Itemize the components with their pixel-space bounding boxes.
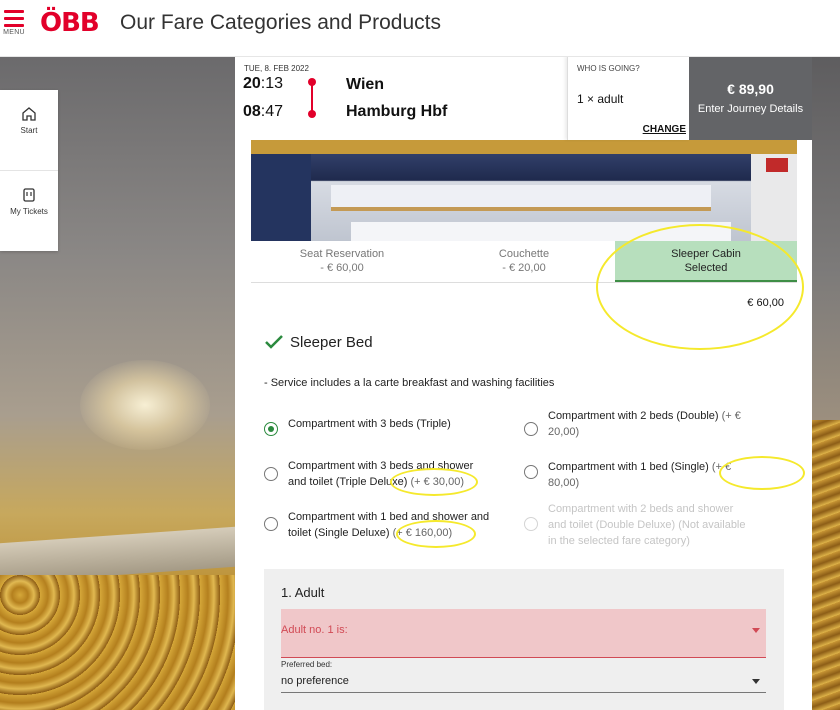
obb-logo[interactable]: ÖBB [40, 8, 100, 38]
option-single[interactable]: Compartment with 1 bed (Single) (+ € 80,… [524, 459, 754, 491]
preferred-bed-select[interactable]: no preference [281, 672, 766, 693]
passengers-value: 1 × adult [577, 92, 624, 106]
page-title: Our Fare Categories and Products [120, 11, 441, 34]
service-description: - Service includes a la carte breakfast … [264, 377, 555, 389]
option-label: Compartment with 3 beds (Triple) [288, 418, 451, 430]
change-passengers-link[interactable]: CHANGE [643, 124, 686, 135]
tab-price: - € 20,00 [502, 262, 546, 274]
tab-label: Sleeper Cabin [671, 248, 741, 260]
background-sun [80, 360, 210, 450]
journey-date: TUE, 8. FEB 2022 [244, 64, 309, 73]
option-triple[interactable]: Compartment with 3 beds (Triple) [264, 416, 494, 436]
passenger-heading: 1. Adult [281, 585, 325, 600]
nav-my-tickets[interactable]: My Tickets [0, 187, 58, 251]
journey-times: TUE, 8. FEB 2022 20:13 08:47 Wien Hambur… [235, 56, 567, 140]
option-label: Compartment with 2 beds (Double) [548, 410, 719, 422]
adult-type-select[interactable]: Adult no. 1 is: [281, 609, 766, 658]
preferred-bed-label: Preferred bed: [281, 660, 333, 669]
nav-my-tickets-label: My Tickets [10, 207, 48, 216]
preferred-bed-value: no preference [281, 675, 349, 687]
radio-icon[interactable] [524, 465, 538, 479]
background-vineyard [0, 575, 235, 710]
option-label: Compartment with 2 beds and shower and t… [548, 503, 746, 547]
passenger-form: 1. Adult Adult no. 1 is: Preferred bed: … [264, 569, 784, 710]
sleeper-cabin-photo [251, 140, 797, 241]
option-surcharge: (+ € 160,00) [392, 527, 453, 539]
product-title-text: Sleeper Bed [290, 334, 373, 351]
fare-tabs: Seat Reservation - € 60,00 Couchette - €… [251, 241, 797, 283]
subtotal-price: € 60,00 [747, 297, 784, 309]
radio-icon[interactable] [264, 467, 278, 481]
radio-selected-icon[interactable] [264, 422, 278, 436]
option-label: Compartment with 1 bed and shower and to… [288, 511, 490, 539]
tab-price: - € 60,00 [320, 262, 364, 274]
adult-type-placeholder: Adult no. 1 is: [281, 624, 348, 636]
option-label: Compartment with 1 bed (Single) [548, 461, 709, 473]
nav-start[interactable]: Start [0, 106, 58, 171]
home-icon [22, 107, 36, 121]
arrival-time: 08:47 [243, 103, 284, 120]
side-nav: Start My Tickets [0, 90, 58, 251]
journey-details-button[interactable]: € 89,90 Enter Journey Details [689, 56, 812, 140]
journey-details-label: Enter Journey Details [697, 103, 804, 115]
product-title: Sleeper Bed [264, 334, 373, 351]
option-surcharge: (+ € 30,00) [410, 476, 464, 488]
tab-label: Seat Reservation [299, 248, 385, 260]
origin-station: Wien [346, 76, 385, 93]
passengers-label: WHO IS GOING? [577, 64, 640, 73]
tab-couchette[interactable]: Couchette - € 20,00 [433, 241, 615, 282]
radio-disabled-icon [524, 517, 538, 531]
departure-time: 20:13 [243, 75, 284, 92]
passengers-box: WHO IS GOING? 1 × adult CHANGE [567, 56, 690, 140]
option-double[interactable]: Compartment with 2 beds (Double) (+ € 20… [524, 408, 754, 440]
background-right-strip [812, 56, 840, 420]
menu-label: MENU [3, 29, 25, 36]
radio-icon[interactable] [264, 517, 278, 531]
radio-icon[interactable] [524, 422, 538, 436]
total-price: € 89,90 [727, 81, 774, 97]
route-line [311, 82, 313, 112]
app-header: MENU ÖBB Our Fare Categories and Product… [0, 0, 840, 57]
tab-status: Selected [684, 262, 728, 274]
tab-label: Couchette [498, 248, 550, 260]
chevron-down-icon [752, 679, 760, 684]
option-single-deluxe[interactable]: Compartment with 1 bed and shower and to… [264, 509, 494, 541]
destination-station: Hamburg Hbf [346, 103, 448, 120]
checkmark-icon [265, 335, 283, 349]
background-vineyard-right [812, 420, 840, 710]
option-double-deluxe: Compartment with 2 beds and shower and t… [524, 501, 754, 549]
ticket-icon [23, 188, 35, 202]
menu-button[interactable]: MENU [0, 10, 28, 36]
tab-sleeper-cabin[interactable]: Sleeper Cabin Selected [615, 241, 797, 282]
journey-summary: TUE, 8. FEB 2022 20:13 08:47 Wien Hambur… [235, 56, 812, 140]
hamburger-icon [4, 10, 24, 27]
route-dot-start [308, 78, 316, 86]
nav-start-label: Start [20, 126, 38, 135]
option-triple-deluxe[interactable]: Compartment with 3 beds and shower and t… [264, 458, 494, 490]
chevron-down-icon [752, 628, 760, 633]
route-dot-end [308, 110, 316, 118]
tab-seat-reservation[interactable]: Seat Reservation - € 60,00 [251, 241, 433, 282]
